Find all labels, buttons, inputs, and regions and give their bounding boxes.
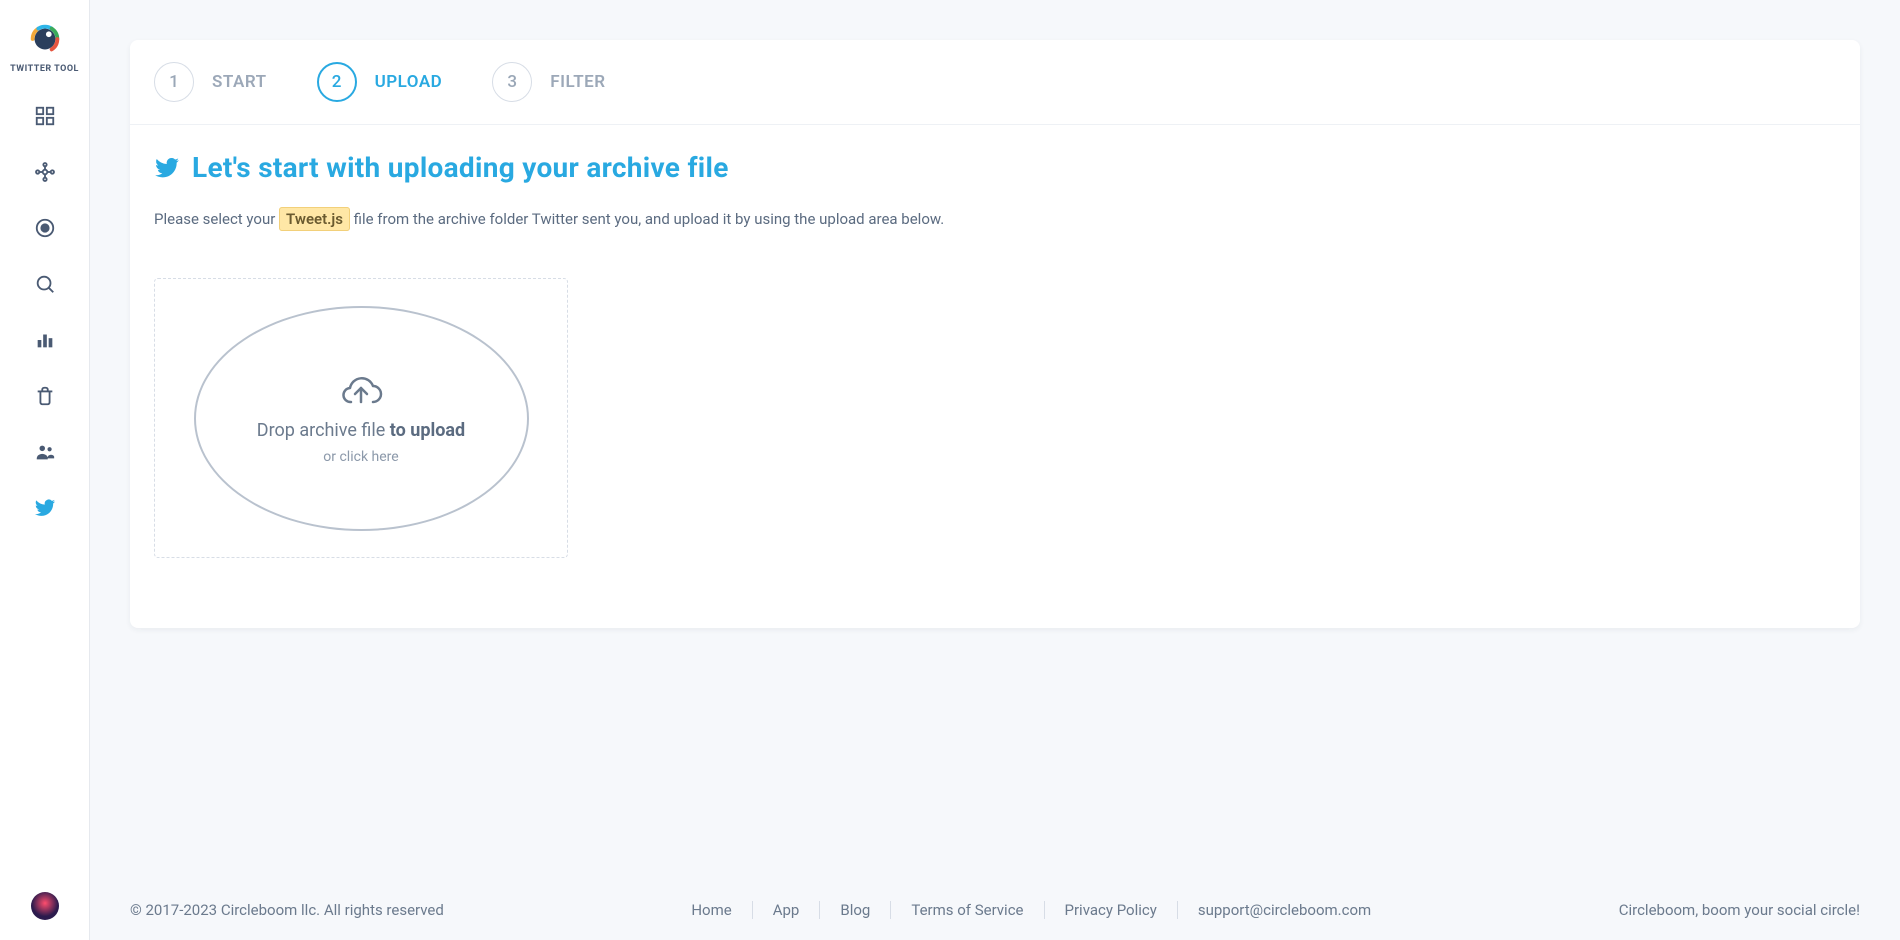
circleboom-logo-icon — [26, 20, 64, 58]
footer-link-support[interactable]: support@circleboom.com — [1178, 901, 1391, 919]
step-number: 2 — [317, 62, 357, 102]
sidebar-item-twitter[interactable] — [33, 496, 57, 520]
footer-link-privacy[interactable]: Privacy Policy — [1045, 901, 1178, 919]
footer-links: Home App Blog Terms of Service Privacy P… — [444, 901, 1619, 919]
cloud-upload-icon — [337, 372, 385, 412]
footer-link-blog[interactable]: Blog — [820, 901, 891, 919]
main-area: 1 START 2 UPLOAD 3 FILTER Let — [90, 0, 1900, 940]
bar-chart-icon — [34, 329, 56, 351]
twitter-icon — [34, 497, 56, 519]
step-label: START — [212, 72, 267, 92]
sidebar-item-analytics[interactable] — [33, 328, 57, 352]
footer-link-home[interactable]: Home — [671, 901, 752, 919]
people-icon — [34, 441, 56, 463]
footer-link-terms[interactable]: Terms of Service — [891, 901, 1044, 919]
step-start[interactable]: 1 START — [154, 62, 267, 102]
upload-ellipse: Drop archive file to upload or click her… — [194, 306, 529, 531]
instruction-text: Please select your Tweet.js file from th… — [154, 210, 1836, 228]
search-icon — [34, 273, 56, 295]
sidebar: TWITTER TOOL — [0, 0, 90, 940]
step-label: UPLOAD — [375, 72, 443, 92]
graph-icon — [34, 161, 56, 183]
wizard-card: 1 START 2 UPLOAD 3 FILTER Let — [130, 40, 1860, 628]
file-tag: Tweet.js — [279, 207, 350, 231]
sidebar-item-search[interactable] — [33, 272, 57, 296]
footer-tagline: Circleboom, boom your social circle! — [1619, 901, 1860, 919]
step-number: 1 — [154, 62, 194, 102]
upload-main-text: Drop archive file to upload — [257, 420, 465, 441]
stepper: 1 START 2 UPLOAD 3 FILTER — [130, 40, 1860, 125]
sidebar-nav — [33, 104, 57, 520]
step-number: 3 — [492, 62, 532, 102]
sidebar-item-dashboard[interactable] — [33, 104, 57, 128]
step-label: FILTER — [550, 72, 605, 92]
trash-icon — [34, 385, 56, 407]
twitter-icon — [154, 155, 180, 181]
sidebar-item-people[interactable] — [33, 440, 57, 464]
sidebar-item-trash[interactable] — [33, 384, 57, 408]
target-icon — [34, 217, 56, 239]
footer-link-app[interactable]: App — [753, 901, 821, 919]
brand-logo[interactable]: TWITTER TOOL — [10, 20, 79, 74]
footer: © 2017-2023 Circleboom llc. All rights r… — [90, 880, 1900, 940]
page-heading: Let's start with uploading your archive … — [192, 151, 729, 184]
sidebar-item-graph[interactable] — [33, 160, 57, 184]
footer-copyright: © 2017-2023 Circleboom llc. All rights r… — [130, 901, 444, 919]
dashboard-icon — [34, 105, 56, 127]
step-upload[interactable]: 2 UPLOAD — [317, 62, 443, 102]
brand-label: TWITTER TOOL — [10, 64, 79, 74]
upload-dropzone[interactable]: Drop archive file to upload or click her… — [154, 278, 568, 558]
user-avatar[interactable] — [31, 892, 59, 920]
step-filter[interactable]: 3 FILTER — [492, 62, 605, 102]
upload-sub-text: or click here — [323, 449, 398, 465]
sidebar-item-target[interactable] — [33, 216, 57, 240]
